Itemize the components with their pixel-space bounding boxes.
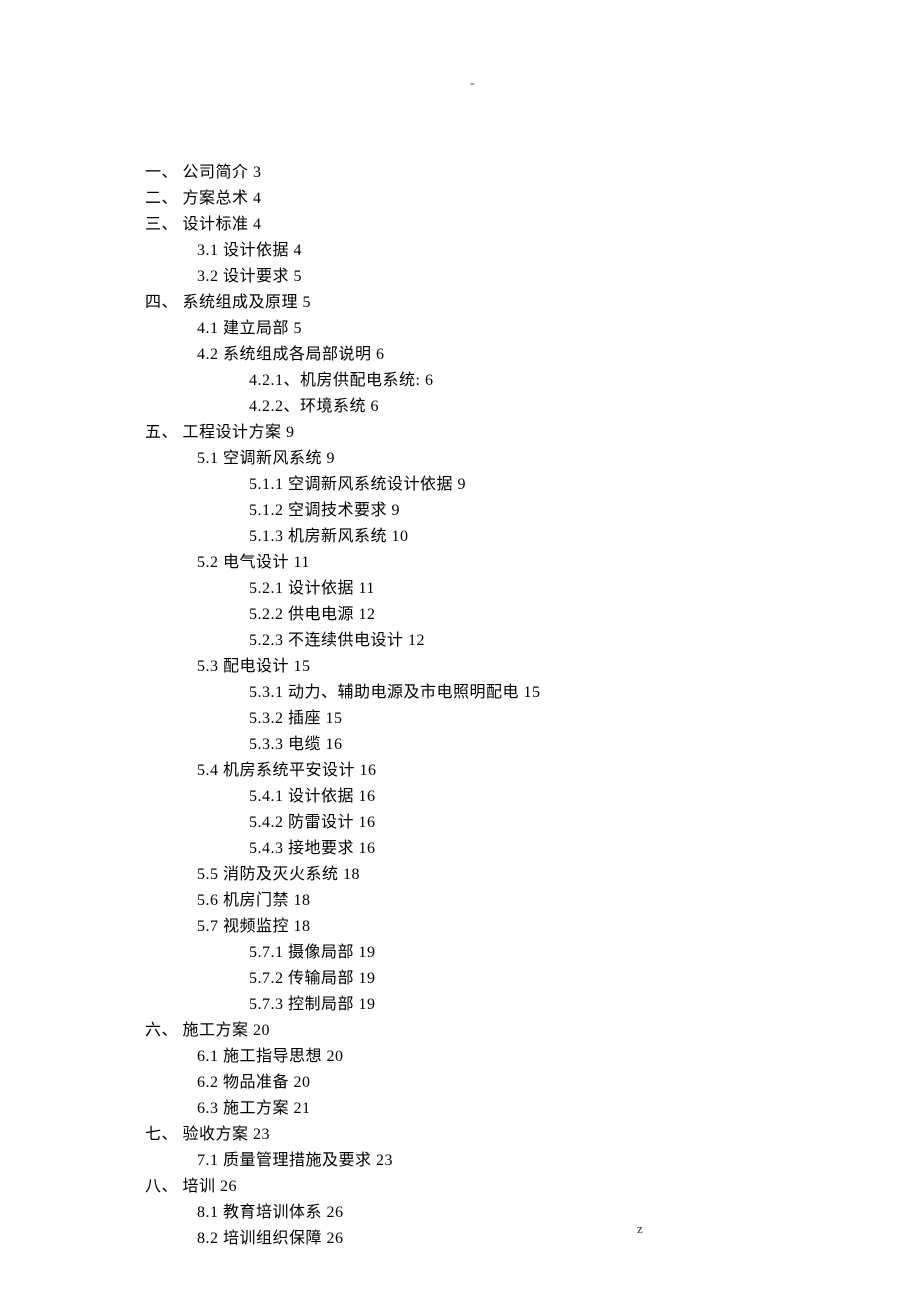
toc-entry: 6.1 施工指导思想 20 [145,1044,920,1070]
toc-entry: 3.1 设计依据 4 [145,238,920,264]
toc-entry: 4.2.2、环境系统 6 [145,394,920,420]
toc-entry: 5.1.2 空调技术要求 9 [145,498,920,524]
footer-z: z [637,1221,643,1237]
toc-entry: 二、 方案总术 4 [145,186,920,212]
toc-entry: 七、 验收方案 23 [145,1122,920,1148]
toc-entry: 5.1 空调新风系统 9 [145,446,920,472]
toc-entry: 5.7.2 传输局部 19 [145,966,920,992]
toc-entry: 5.6 机房门禁 18 [145,888,920,914]
toc-entry: 4.1 建立局部 5 [145,316,920,342]
toc-entry: 四、 系统组成及原理 5 [145,290,920,316]
toc-entry: 3.2 设计要求 5 [145,264,920,290]
toc-entry: 5.3.3 电缆 16 [145,732,920,758]
toc-entry: 5.2.1 设计依据 11 [145,576,920,602]
toc-entry: 5.2.2 供电电源 12 [145,602,920,628]
toc-entry: 5.4.1 设计依据 16 [145,784,920,810]
toc-entry: 5.2 电气设计 11 [145,550,920,576]
toc-entry: 5.7.3 控制局部 19 [145,992,920,1018]
toc-entry: 5.3 配电设计 15 [145,654,920,680]
toc-entry: 5.5 消防及灭火系统 18 [145,862,920,888]
toc-entry: 5.1.3 机房新风系统 10 [145,524,920,550]
toc-entry: 5.4 机房系统平安设计 16 [145,758,920,784]
toc-entry: 5.1.1 空调新风系统设计依据 9 [145,472,920,498]
toc-entry: 8.1 教育培训体系 26 [145,1200,920,1226]
toc-entry: 4.2 系统组成各局部说明 6 [145,342,920,368]
toc-entry: 8.2 培训组织保障 26 [145,1226,920,1252]
toc-entry: 八、 培训 26 [145,1174,920,1200]
toc-entry: 5.3.1 动力、辅助电源及市电照明配电 15 [145,680,920,706]
toc-entry: 5.3.2 插座 15 [145,706,920,732]
header-mark: - [470,75,475,91]
toc-entry: 六、 施工方案 20 [145,1018,920,1044]
toc-entry: 5.7 视频监控 18 [145,914,920,940]
toc-entry: 7.1 质量管理措施及要求 23 [145,1148,920,1174]
toc-entry: 6.2 物品准备 20 [145,1070,920,1096]
footer-dot: . [228,1221,232,1237]
toc-entry: 5.7.1 摄像局部 19 [145,940,920,966]
toc-container: 一、 公司简介 3二、 方案总术 4三、 设计标准 43.1 设计依据 43.2… [0,0,920,1252]
toc-entry: 4.2.1、机房供配电系统: 6 [145,368,920,394]
toc-entry: 5.4.2 防雷设计 16 [145,810,920,836]
toc-entry: 6.3 施工方案 21 [145,1096,920,1122]
toc-entry: 五、 工程设计方案 9 [145,420,920,446]
toc-entry: 三、 设计标准 4 [145,212,920,238]
toc-entry: 一、 公司简介 3 [145,160,920,186]
toc-entry: 5.2.3 不连续供电设计 12 [145,628,920,654]
toc-entry: 5.4.3 接地要求 16 [145,836,920,862]
